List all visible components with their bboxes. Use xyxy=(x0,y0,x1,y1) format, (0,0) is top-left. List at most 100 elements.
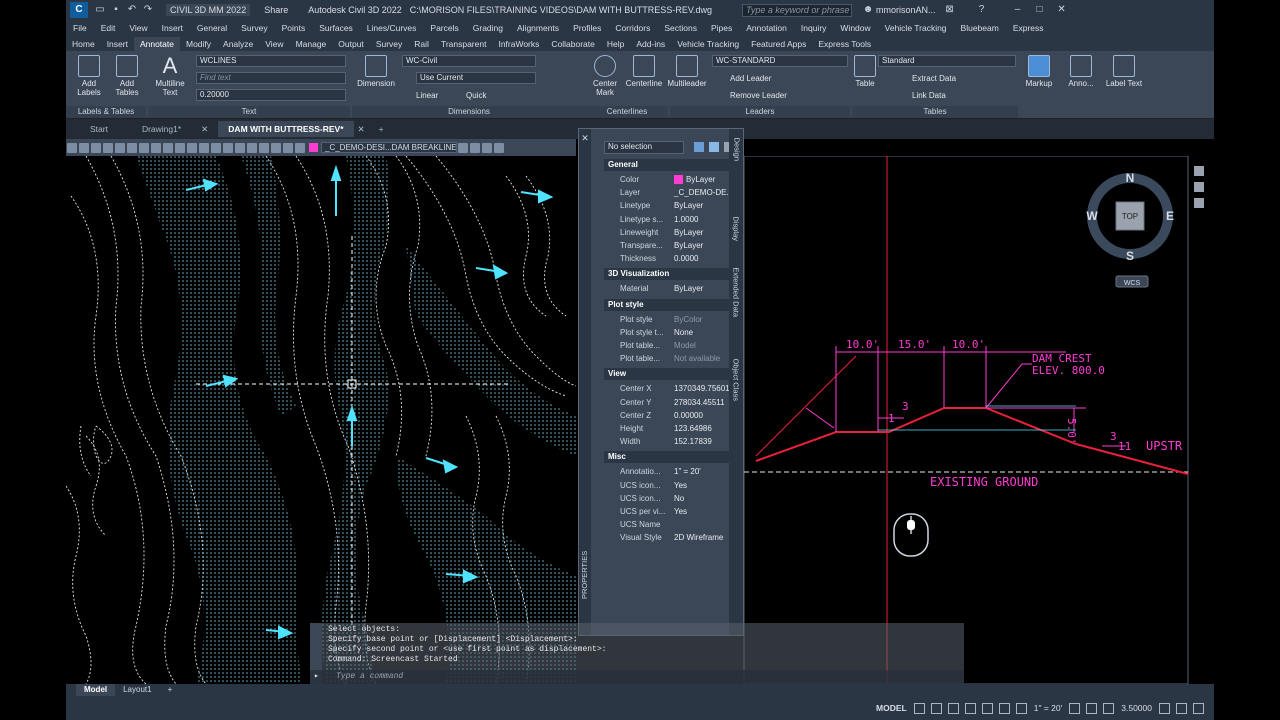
tab-drawing1[interactable]: Drawing1* xyxy=(132,121,191,137)
prop-value[interactable]: None xyxy=(670,326,734,339)
grid-icon[interactable] xyxy=(913,702,925,714)
value-readout[interactable]: 3.50000 xyxy=(1117,703,1156,713)
palette-tab-extended-data[interactable]: Extended Data xyxy=(732,267,741,317)
snap-icon[interactable] xyxy=(930,702,942,714)
linear-button[interactable]: Linear xyxy=(416,91,438,100)
menu-file[interactable]: File xyxy=(66,23,94,33)
isolate-icon[interactable] xyxy=(1103,702,1115,714)
prop-row[interactable]: Linetype s... 1.0000 xyxy=(604,213,734,226)
tab-help[interactable]: Help xyxy=(601,37,630,51)
prop-row[interactable]: Transpare... ByLayer xyxy=(604,239,734,252)
prop-value[interactable]: 152.17839 xyxy=(670,435,734,448)
help-icon[interactable]: ? xyxy=(976,4,988,16)
prop-value[interactable]: ByLayer xyxy=(670,199,734,212)
leaders-panel[interactable]: Leaders xyxy=(670,106,850,118)
viewcube-west[interactable]: W xyxy=(1086,209,1098,223)
tab-modify[interactable]: Modify xyxy=(180,37,217,51)
open-icon[interactable]: ▭ xyxy=(94,4,106,16)
menu-inquiry[interactable]: Inquiry xyxy=(794,23,834,33)
extract-data-button[interactable]: Extract Data xyxy=(912,74,956,83)
layer-icon[interactable] xyxy=(223,142,233,153)
tab-transparent[interactable]: Transparent xyxy=(435,37,493,51)
layer-icon[interactable] xyxy=(470,142,480,153)
prop-row[interactable]: UCS Name xyxy=(604,518,734,531)
palette-tab-object-class[interactable]: Object Class xyxy=(732,358,741,401)
prop-row[interactable]: UCS icon... No xyxy=(604,492,734,505)
maximize-icon[interactable]: □ xyxy=(1034,4,1046,16)
layer-icon[interactable] xyxy=(79,142,89,153)
menu-alignments[interactable]: Alignments xyxy=(510,23,566,33)
layer-icon[interactable] xyxy=(199,142,209,153)
annotation-button[interactable]: Anno... xyxy=(1064,55,1098,88)
palette-tab-design[interactable]: Design xyxy=(732,138,741,161)
remove-leader-button[interactable]: Remove Leader xyxy=(730,91,787,100)
viewcube-east[interactable]: E xyxy=(1166,209,1174,223)
lineweight-icon[interactable] xyxy=(998,702,1010,714)
palette-tab-display[interactable]: Display xyxy=(732,216,741,241)
menu-sections[interactable]: Sections xyxy=(657,23,704,33)
find-text-input[interactable]: Find text xyxy=(196,72,346,84)
add-labels-button[interactable]: Add Labels xyxy=(74,55,104,97)
tab-express-tools[interactable]: Express Tools xyxy=(812,37,877,51)
prop-value[interactable]: 0.00000 xyxy=(670,409,734,422)
quick-button[interactable]: Quick xyxy=(466,91,486,100)
dim-style-select[interactable]: WC-Civil xyxy=(402,55,536,67)
layer-icon[interactable] xyxy=(235,142,245,153)
menu-corridors[interactable]: Corridors xyxy=(608,23,657,33)
layer-icon[interactable] xyxy=(127,142,137,153)
layer-icon[interactable] xyxy=(163,142,173,153)
tab-home[interactable]: Home xyxy=(66,37,101,51)
labels-tables-panel[interactable]: Labels & Tables xyxy=(66,106,146,118)
menu-lines-curves[interactable]: Lines/Curves xyxy=(360,23,424,33)
prop-section-plot-style[interactable]: Plot style xyxy=(604,298,734,311)
minimize-icon[interactable]: – xyxy=(1012,4,1024,16)
hardware-accel-icon[interactable] xyxy=(1159,702,1170,714)
prop-value[interactable]: No xyxy=(670,492,734,505)
menu-express[interactable]: Express xyxy=(1006,23,1051,33)
layer-icon[interactable] xyxy=(295,142,305,153)
tab-vehicle-tracking[interactable]: Vehicle Tracking xyxy=(671,37,745,51)
center-mark-button[interactable]: Center Mark xyxy=(590,55,620,97)
add-layout-icon[interactable]: + xyxy=(160,684,181,696)
layer-icon[interactable] xyxy=(259,142,269,153)
tab-dam-with-buttress[interactable]: DAM WITH BUTTRESS-REV* xyxy=(218,121,354,137)
menu-view[interactable]: View xyxy=(122,23,154,33)
prop-section-view[interactable]: View xyxy=(604,368,734,381)
user-name[interactable]: mmorisonAN... xyxy=(876,5,936,15)
cart-icon[interactable]: ⊠ xyxy=(944,4,956,16)
text-height-input[interactable]: 0.20000 xyxy=(196,89,346,101)
centerlines-panel[interactable]: Centerlines xyxy=(586,106,668,118)
tab-survey[interactable]: Survey xyxy=(370,37,408,51)
prop-row[interactable]: Annotatio... 1" = 20' xyxy=(604,465,734,478)
add-leader-button[interactable]: Add Leader xyxy=(730,74,771,83)
prop-section-general[interactable]: General xyxy=(604,159,734,171)
prop-row[interactable]: Plot style ByColor xyxy=(604,313,734,326)
polar-icon[interactable] xyxy=(964,702,976,714)
viewcube-south[interactable]: S xyxy=(1126,249,1134,263)
tab-add-ins[interactable]: Add-ins xyxy=(630,37,671,51)
prop-row[interactable]: Plot style t... None xyxy=(604,326,734,339)
prop-row[interactable]: Visual Style 2D Wireframe xyxy=(604,531,734,544)
annotation-visibility-icon[interactable] xyxy=(1015,702,1027,714)
layer-icon[interactable] xyxy=(67,142,77,153)
centerline-button[interactable]: Centerline xyxy=(624,55,664,88)
dimension-button[interactable]: Dimension xyxy=(356,55,396,88)
menu-survey[interactable]: Survey xyxy=(234,23,274,33)
prop-row[interactable]: Thickness 0.0000 xyxy=(604,252,734,265)
layer-icon[interactable] xyxy=(283,142,293,153)
prop-value[interactable]: ByLayer xyxy=(670,226,734,239)
gear-icon[interactable] xyxy=(1069,702,1081,714)
close-icon[interactable]: ✕ xyxy=(191,121,218,138)
prop-value[interactable]: ByLayer xyxy=(670,282,734,295)
tables-panel[interactable]: Tables xyxy=(852,106,1018,118)
menu-vehicle-tracking[interactable]: Vehicle Tracking xyxy=(878,23,954,33)
multileader-button[interactable]: Multileader xyxy=(666,55,708,88)
viewcube[interactable]: TOP N S E W WCS xyxy=(1086,171,1174,288)
prop-value[interactable]: 123.64986 xyxy=(670,422,734,435)
menu-annotation[interactable]: Annotation xyxy=(739,23,794,33)
menu-general[interactable]: General xyxy=(190,23,234,33)
prop-row[interactable]: Center Y 278034.45511 xyxy=(604,396,734,409)
clean-screen-icon[interactable] xyxy=(1176,702,1187,714)
close-icon[interactable]: ✕ xyxy=(1056,4,1068,16)
palette-side-bar[interactable]: ✕ PROPERTIES xyxy=(579,129,591,635)
